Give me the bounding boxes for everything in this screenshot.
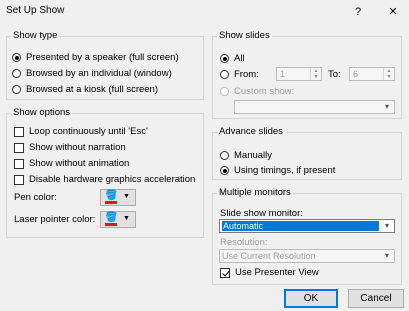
slide-show-monitor-label: Slide show monitor: <box>220 208 303 219</box>
radio-using-timings[interactable]: Using timings, if present <box>220 165 335 176</box>
check-label: Disable hardware graphics acceleration <box>29 174 196 185</box>
to-slide-spinner[interactable]: 6 ▲ ▼ <box>349 67 395 81</box>
from-slide-spinner[interactable]: 1 ▲ ▼ <box>276 67 322 81</box>
radio-label: Custom show: <box>234 86 295 97</box>
chevron-down-icon: ▾ <box>384 102 389 111</box>
radio-indicator[interactable] <box>12 85 21 94</box>
spin-arrows-icon[interactable]: ▲ ▼ <box>310 68 321 80</box>
laser-color-label: Laser pointer color: <box>14 214 96 225</box>
check-label: Use Presenter View <box>235 267 319 278</box>
custom-show-select[interactable]: ▾ <box>234 100 395 114</box>
check-label: Show without animation <box>29 158 130 169</box>
paint-bucket-icon: 🪣 <box>105 190 118 201</box>
chevron-down-icon: ▼ <box>123 193 130 200</box>
pen-color-label: Pen color: <box>14 192 57 203</box>
radio-indicator[interactable] <box>220 166 229 175</box>
laser-color-swatch <box>105 223 117 226</box>
show-type-legend: Show type <box>11 30 60 41</box>
check-label: Loop continuously until 'Esc' <box>29 126 148 137</box>
radio-all-slides[interactable]: All <box>220 53 245 64</box>
radio-indicator[interactable] <box>12 69 21 78</box>
laser-color-button[interactable]: 🪣 ▼ <box>100 211 136 228</box>
multiple-monitors-legend: Multiple monitors <box>217 187 293 198</box>
slide-show-monitor-select[interactable]: Automatic ▾ <box>219 219 395 233</box>
radio-presented-by-speaker[interactable]: Presented by a speaker (full screen) <box>12 52 179 63</box>
to-label: To: <box>328 69 341 80</box>
radio-browsed-by-individual[interactable]: Browsed by an individual (window) <box>12 68 172 79</box>
radio-label: Browsed at a kiosk (full screen) <box>26 84 158 95</box>
cancel-button[interactable]: Cancel <box>348 289 404 308</box>
radio-indicator[interactable] <box>12 53 21 62</box>
check-disable-hw-acceleration[interactable]: Disable hardware graphics acceleration <box>14 174 195 185</box>
radio-label: All <box>234 53 245 64</box>
pen-color-swatch <box>105 201 117 204</box>
check-use-presenter-view[interactable]: Use Presenter View <box>220 267 319 278</box>
radio-indicator[interactable] <box>220 151 229 160</box>
dialog-title: Set Up Show <box>6 5 65 16</box>
show-slides-legend: Show slides <box>217 30 272 41</box>
slide-show-monitor-value: Automatic <box>222 221 379 231</box>
radio-label: Browsed by an individual (window) <box>26 68 172 79</box>
checkbox[interactable] <box>220 267 230 278</box>
checkbox[interactable] <box>14 174 24 185</box>
radio-manually[interactable]: Manually <box>220 150 272 161</box>
ok-button[interactable]: OK <box>284 289 338 308</box>
radio-browsed-at-kiosk[interactable]: Browsed at a kiosk (full screen) <box>12 84 158 95</box>
paint-bucket-icon: 🪣 <box>105 212 118 223</box>
radio-label: Presented by a speaker (full screen) <box>26 52 179 63</box>
checkbox[interactable] <box>14 142 24 153</box>
resolution-select[interactable]: Use Current Resolution ▾ <box>219 249 395 263</box>
check-label: Show without narration <box>29 142 126 153</box>
pen-color-button[interactable]: 🪣 ▼ <box>100 189 136 206</box>
chevron-down-icon: ▾ <box>384 251 389 260</box>
radio-custom-show[interactable]: Custom show: <box>220 86 294 97</box>
close-button[interactable]: ✕ <box>385 5 401 19</box>
radio-label: Using timings, if present <box>234 165 336 176</box>
checkbox[interactable] <box>14 158 24 169</box>
check-without-animation[interactable]: Show without animation <box>14 158 129 169</box>
radio-indicator[interactable] <box>220 87 229 96</box>
help-button[interactable]: ? <box>350 5 366 19</box>
spin-arrows-icon[interactable]: ▲ ▼ <box>383 68 394 80</box>
radio-label: Manually <box>234 150 273 161</box>
checkbox[interactable] <box>14 126 24 137</box>
check-without-narration[interactable]: Show without narration <box>14 142 126 153</box>
radio-from-range[interactable]: From: <box>220 69 259 80</box>
to-slide-value: 6 <box>353 69 359 79</box>
chevron-down-icon: ▾ <box>384 221 389 230</box>
radio-label: From: <box>234 69 259 80</box>
check-loop-continuously[interactable]: Loop continuously until 'Esc' <box>14 126 148 137</box>
resolution-value: Use Current Resolution <box>222 251 316 261</box>
chevron-down-icon: ▼ <box>123 215 130 222</box>
show-options-legend: Show options <box>11 107 73 118</box>
radio-indicator[interactable] <box>220 54 229 63</box>
from-slide-value: 1 <box>280 69 286 79</box>
radio-indicator[interactable] <box>220 70 229 79</box>
resolution-label: Resolution: <box>220 237 268 248</box>
advance-slides-legend: Advance slides <box>217 126 285 137</box>
